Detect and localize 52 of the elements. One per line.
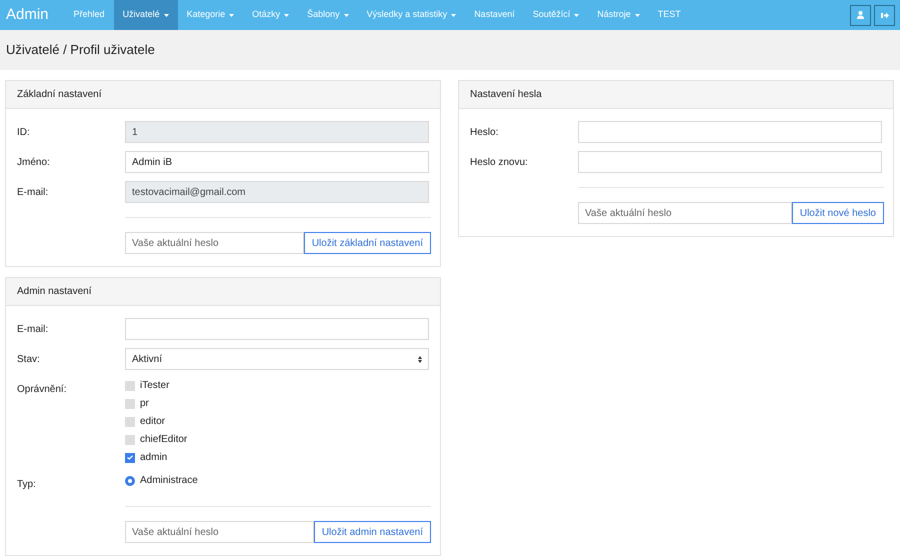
password-field[interactable]: Vaše aktuální heslo — [125, 521, 314, 543]
password-field[interactable]: Vaše aktuální heslo — [125, 232, 304, 254]
checkbox[interactable] — [125, 434, 135, 444]
password-field[interactable]: Vaše aktuální heslo — [578, 202, 792, 224]
option-label: chiefEditor — [140, 433, 188, 447]
field-label: Heslo: — [470, 126, 500, 140]
nav-item[interactable]: Šablony — [298, 0, 358, 30]
nav-item[interactable]: Nástroje — [588, 0, 649, 30]
option-label: admin — [140, 451, 168, 465]
field-label: Stav: — [17, 353, 41, 367]
input-field[interactable]: Admin iB — [125, 151, 429, 173]
save-button[interactable]: Uložit nové heslo — [792, 202, 884, 224]
checkbox[interactable] — [125, 380, 135, 390]
breadcrumb: Uživatelé / Profil uživatele — [6, 41, 155, 60]
option-label: pr — [140, 397, 149, 411]
nav-item[interactable]: Přehled — [64, 0, 114, 30]
input-field[interactable] — [578, 121, 882, 143]
nav-item[interactable]: Soutěžící — [524, 0, 588, 30]
checkbox[interactable] — [125, 398, 135, 408]
field-label: Jméno: — [17, 156, 51, 170]
nav-item[interactable]: Uživatelé — [114, 0, 178, 30]
input-field[interactable] — [125, 318, 429, 340]
sort-icon — [418, 356, 422, 362]
option-label: editor — [140, 415, 166, 429]
field-label: ID: — [17, 126, 31, 140]
nav-item[interactable]: Kategorie — [178, 0, 244, 30]
nav-item[interactable]: Otázky — [243, 0, 298, 30]
save-button[interactable]: Uložit základní nastavení — [304, 232, 431, 254]
radio-button[interactable] — [125, 476, 135, 486]
field-label: E-mail: — [17, 186, 50, 200]
field-label: Oprávnění: — [17, 383, 68, 397]
select-field[interactable]: Aktivní — [125, 348, 429, 370]
save-button[interactable]: Uložit admin nastavení — [314, 521, 431, 543]
input-field[interactable] — [578, 151, 882, 173]
card-title: Základní nastavení — [17, 88, 102, 102]
user-button[interactable] — [850, 4, 871, 26]
field-label: Heslo znovu: — [470, 156, 529, 170]
nav-item[interactable]: Výsledky a statistiky — [358, 0, 466, 30]
checkbox[interactable] — [125, 416, 135, 426]
user-icon — [857, 11, 864, 19]
logout-button[interactable] — [874, 4, 895, 26]
option-label: Administrace — [140, 474, 198, 488]
nav-item[interactable]: TEST — [648, 0, 690, 30]
logout-icon — [880, 12, 888, 18]
card-title: Admin nastavení — [17, 285, 92, 299]
checkbox[interactable] — [125, 452, 135, 462]
field-label: Typ: — [17, 478, 37, 492]
field-label: E-mail: — [17, 323, 50, 337]
card-title: Nastavení hesla — [470, 88, 542, 102]
nav-item[interactable]: Nastavení — [465, 0, 524, 30]
option-label: iTester — [140, 379, 170, 393]
brand[interactable]: Admin — [0, 0, 55, 30]
